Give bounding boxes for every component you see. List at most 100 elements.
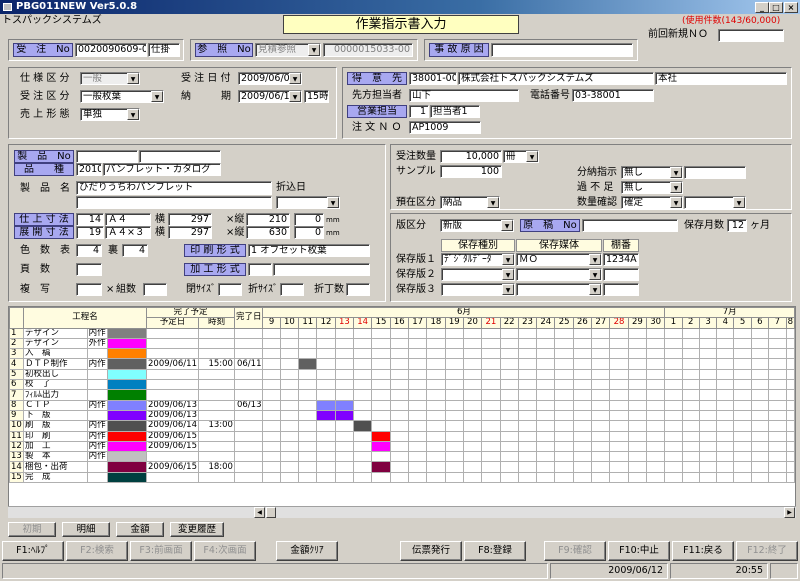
gantt-cell[interactable] [750, 471, 770, 484]
gantt-cell[interactable] [407, 430, 428, 442]
gantt-cell[interactable] [716, 368, 735, 381]
product-name-field[interactable]: ひだりうちわパンフレット [76, 181, 272, 195]
gantt-cell[interactable] [407, 420, 428, 432]
gantt-cell[interactable] [389, 379, 409, 391]
gantt-row[interactable]: 11 印 刷内作 2009/06/15 [9, 430, 795, 442]
gantt-cell[interactable] [462, 368, 483, 381]
gantt-cell[interactable] [262, 461, 281, 473]
gantt-cell[interactable] [609, 327, 629, 339]
gantt-cell[interactable] [426, 337, 446, 350]
gantt-cell[interactable] [481, 389, 501, 401]
gantt-cell[interactable] [785, 348, 795, 360]
gantt-bar[interactable] [316, 399, 336, 411]
color-back-field[interactable]: 4 [122, 244, 148, 257]
gantt-cell[interactable] [407, 471, 428, 484]
gantt-cell[interactable] [262, 358, 281, 370]
gantt-cell[interactable] [768, 337, 787, 350]
gantt-cell[interactable] [262, 430, 281, 442]
gantt-cell[interactable] [426, 471, 446, 484]
gantt-cell[interactable] [609, 409, 629, 422]
gantt-cell[interactable] [298, 389, 318, 401]
gantt-cell[interactable] [536, 451, 556, 463]
gantt-cell[interactable] [426, 399, 446, 411]
color-front-field[interactable]: 4 [76, 244, 102, 257]
gantt-cell[interactable] [536, 461, 556, 473]
gantt-cell[interactable] [664, 440, 683, 453]
gantt-cell[interactable] [646, 348, 666, 360]
gantt-cell[interactable] [591, 461, 611, 473]
f9-confirm-button[interactable]: F9:確認 [544, 541, 606, 561]
gantt-cell[interactable] [353, 389, 373, 401]
gantt-cell[interactable] [664, 327, 683, 339]
gantt-cell[interactable] [353, 440, 373, 453]
gantt-row[interactable]: 2 デザイン 外作 [9, 337, 795, 350]
gantt-cell[interactable] [554, 337, 574, 350]
gantt-cell[interactable] [389, 337, 409, 350]
gantt-cell[interactable] [426, 327, 446, 339]
gantt-cell[interactable] [646, 337, 666, 350]
prev-new-field[interactable] [718, 29, 784, 42]
ref-select[interactable]: 見積参照 ▼ [255, 43, 321, 57]
gantt-cell[interactable] [733, 358, 752, 370]
gantt-cell[interactable] [316, 430, 336, 442]
gantt-cell[interactable] [407, 461, 428, 473]
gantt-cell[interactable] [646, 379, 666, 391]
gantt-cell[interactable] [609, 348, 629, 360]
gantt-cell[interactable] [499, 337, 519, 350]
gantt-cell[interactable] [591, 368, 611, 381]
order-no2-field[interactable]: AP1009 [409, 121, 481, 134]
gantt-cell[interactable] [716, 348, 735, 360]
gantt-cell[interactable] [768, 471, 787, 484]
deposit-select[interactable]: 納品 ▼ [440, 196, 500, 209]
gantt-cell[interactable] [609, 440, 629, 453]
gantt-cell[interactable] [572, 389, 593, 401]
gantt-cell[interactable] [768, 440, 787, 453]
gantt-cell[interactable] [334, 358, 355, 370]
gantt-cell[interactable] [444, 348, 464, 360]
gantt-process-color[interactable] [106, 440, 148, 453]
plate-row1-type[interactable]: ﾃﾞｼﾞﾀﾙﾃﾞｰﾀ ▼ [441, 253, 515, 266]
gantt-process-color[interactable] [106, 348, 148, 360]
customer-code-field[interactable]: 38001-000 [409, 72, 457, 85]
kumi-field[interactable] [143, 283, 167, 296]
gantt-cell[interactable] [572, 409, 593, 422]
chevron-down-icon[interactable]: ▼ [327, 197, 339, 208]
gantt-cell[interactable] [444, 409, 464, 422]
gantt-cell[interactable] [262, 337, 281, 350]
gantt-cell[interactable] [554, 368, 574, 381]
gantt-cell[interactable] [768, 327, 787, 339]
gantt-cell[interactable] [517, 337, 538, 350]
contact-field[interactable]: 山下 [409, 89, 519, 102]
gantt-cell[interactable] [591, 379, 611, 391]
gantt-cell[interactable] [572, 471, 593, 484]
gantt-cell[interactable] [768, 409, 787, 422]
gantt-cell[interactable] [279, 471, 300, 484]
gantt-cell[interactable] [627, 337, 648, 350]
gantt-cell[interactable] [768, 461, 787, 473]
gantt-cell[interactable] [371, 451, 391, 463]
gantt-cell[interactable] [785, 399, 795, 411]
gantt-bar[interactable] [353, 420, 373, 432]
gantt-cell[interactable] [664, 348, 683, 360]
gantt-cell[interactable] [279, 337, 300, 350]
gantt-cell[interactable] [768, 368, 787, 381]
gantt-row[interactable]: 14 梱包・出荷 2009/06/15 18:00 [9, 461, 795, 473]
gantt-cell[interactable] [334, 461, 355, 473]
gantt-cell[interactable] [316, 327, 336, 339]
gantt-cell[interactable] [716, 389, 735, 401]
gantt-cell[interactable] [462, 409, 483, 422]
gantt-cell[interactable] [371, 348, 391, 360]
gantt-cell[interactable] [536, 327, 556, 339]
gantt-cell[interactable] [426, 461, 446, 473]
gantt-cell[interactable] [316, 461, 336, 473]
gantt-cell[interactable] [785, 420, 795, 432]
gantt-cell[interactable] [572, 327, 593, 339]
gantt-cell[interactable] [316, 337, 336, 350]
gantt-cell[interactable] [499, 440, 519, 453]
gantt-cell[interactable] [698, 368, 718, 381]
scroll-left-icon[interactable]: ◀ [254, 507, 265, 518]
gantt-cell[interactable] [785, 379, 795, 391]
gantt-cell[interactable] [517, 430, 538, 442]
gantt-cell[interactable] [768, 420, 787, 432]
gantt-cell[interactable] [389, 471, 409, 484]
